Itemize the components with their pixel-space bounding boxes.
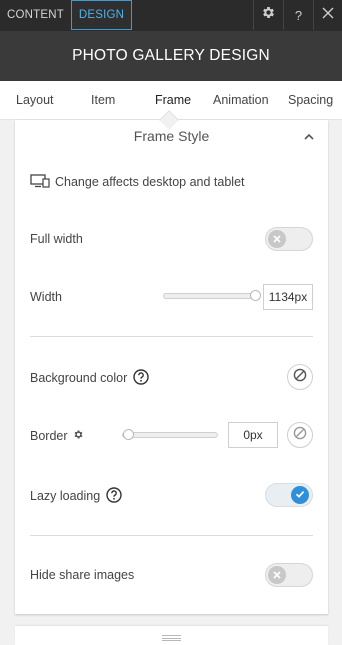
no-color-icon [293,368,307,387]
divider [30,535,313,536]
device-note: Change affects desktop and tablet [30,173,245,191]
border-input[interactable]: 0px [228,422,278,448]
tab-design[interactable]: DESIGN [71,0,132,30]
gear-icon [261,5,276,25]
toggle-knob [268,230,286,248]
subnav-item-animation[interactable]: Animation [213,81,269,119]
lazy-loading-label: Lazy loading [30,486,122,506]
subnav-item-layout[interactable]: Layout [16,81,54,119]
lazy-loading-toggle[interactable] [265,483,313,507]
collapse-button[interactable] [301,130,317,144]
width-slider-thumb[interactable] [250,290,261,301]
top-bar: CONTENT DESIGN ? [0,0,342,31]
full-width-label: Full width [30,232,83,246]
full-width-toggle[interactable] [265,227,313,251]
border-slider[interactable] [122,429,218,440]
x-icon [273,566,281,584]
lazy-loading-text: Lazy loading [30,489,101,503]
subnav-item-item[interactable]: Item [91,81,115,119]
toggle-knob [268,566,286,584]
width-input[interactable]: 1134px [263,284,313,310]
checkmark-icon [295,486,305,504]
hide-share-images-label: Hide share images [30,568,135,582]
border-label: Border [30,427,84,445]
gear-icon[interactable] [73,429,84,443]
section-title: Frame Style [133,128,210,144]
background-color-text: Background color [30,371,128,385]
x-icon [273,230,281,248]
background-color-label: Background color [30,368,149,388]
device-note-text: Change affects desktop and tablet [55,175,245,189]
divider [30,336,313,337]
no-color-icon [293,426,307,445]
background-color-picker[interactable] [287,364,313,390]
hide-share-images-toggle[interactable] [265,563,313,587]
help-icon[interactable] [106,486,122,506]
width-slider[interactable] [163,290,261,301]
help-button[interactable]: ? [283,0,313,30]
close-button[interactable] [313,0,342,30]
help-icon: ? [294,7,303,23]
border-color-picker[interactable] [287,422,313,448]
drag-handle-icon[interactable] [162,635,181,641]
chevron-up-icon [301,131,317,148]
tab-content[interactable]: CONTENT [0,0,71,30]
desktop-tablet-icon [30,173,55,191]
close-icon [322,6,334,24]
border-text: Border [30,429,68,443]
frame-style-card [15,120,328,614]
help-icon[interactable] [133,368,149,388]
page-title: PHOTO GALLERY DESIGN [0,31,342,81]
subnav-item-spacing[interactable]: Spacing [288,81,333,119]
width-label: Width [30,290,62,304]
toggle-knob [291,486,309,504]
border-slider-thumb[interactable] [123,429,134,440]
settings-button[interactable] [253,0,283,30]
